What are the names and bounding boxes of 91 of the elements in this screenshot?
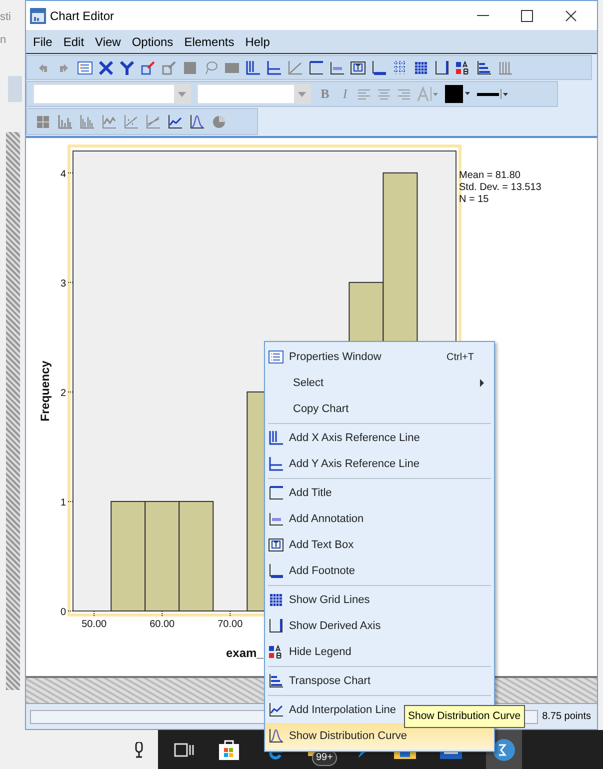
- x-axis-icon[interactable]: [98, 60, 114, 76]
- menu-item[interactable]: Hide Legend: [265, 639, 494, 665]
- dropdown-field[interactable]: [197, 84, 311, 104]
- statistics-text: Mean = 81.80: [459, 170, 520, 181]
- caret-icon: [178, 92, 186, 96]
- annotation-icon[interactable]: [329, 60, 345, 76]
- x-reference-line-icon[interactable]: [245, 60, 261, 76]
- axis-title: Frequency: [38, 360, 52, 422]
- menu-item[interactable]: Add Y Axis Reference Line: [265, 451, 494, 477]
- menu-item[interactable]: Add Footnote: [265, 558, 494, 584]
- y-reference-line-icon: [268, 456, 284, 472]
- axis-tick-label: 1: [60, 497, 66, 508]
- menu-item[interactable]: Properties Window Ctrl+T: [265, 344, 494, 370]
- minimize-icon[interactable]: [477, 14, 489, 16]
- menu-item[interactable]: Add Text Box: [265, 532, 494, 558]
- tooltip: Show Distribution Curve: [404, 705, 525, 728]
- grid-lines-icon[interactable]: [392, 60, 408, 76]
- derived-axis-icon[interactable]: [434, 60, 450, 76]
- menu-item[interactable]: Add Title: [265, 480, 494, 506]
- tick-mark: [68, 391, 74, 392]
- footnote-icon[interactable]: [371, 60, 387, 76]
- axis-tick-label: 70.00: [218, 619, 243, 630]
- microphone-icon[interactable]: [134, 742, 144, 758]
- grid-lines-icon: [268, 592, 284, 608]
- x-reference-line-icon: [268, 430, 284, 446]
- axis-tick-label: 60.00: [150, 619, 175, 630]
- axis-title: exam_: [226, 646, 264, 660]
- transpose-icon: [268, 673, 284, 689]
- y-axis-icon[interactable]: [119, 60, 135, 76]
- tick-mark: [162, 610, 163, 616]
- axis-tick-label: 2: [60, 388, 66, 399]
- background-text: n: [0, 35, 8, 46]
- annotation-icon: [268, 511, 284, 527]
- text-box-icon: [268, 537, 284, 553]
- menu-item[interactable]: Add X Axis Reference Line: [265, 425, 494, 451]
- derived-axis-icon: [268, 618, 284, 634]
- axis-tick-label: 50.00: [82, 619, 107, 630]
- title-icon[interactable]: [308, 60, 324, 76]
- menu-item[interactable]: View: [90, 32, 126, 50]
- line-style-icon[interactable]: [477, 88, 509, 100]
- menu-item[interactable]: File: [28, 32, 58, 50]
- store-icon[interactable]: [218, 738, 240, 760]
- footnote-icon: [268, 563, 284, 579]
- tick-mark: [68, 282, 74, 283]
- menu-item[interactable]: Edit: [58, 32, 90, 50]
- menu-item[interactable]: Add Annotation: [265, 506, 494, 532]
- tick-mark: [94, 610, 95, 616]
- background-panel: [8, 76, 22, 102]
- maximize-icon[interactable]: [521, 10, 533, 22]
- menu-item[interactable]: Select: [265, 370, 494, 396]
- task-view-icon[interactable]: [174, 742, 194, 758]
- menu-item[interactable]: Transpose Chart: [265, 668, 494, 694]
- close-icon[interactable]: [565, 10, 577, 22]
- menu-item[interactable]: Show Distribution Curve: [265, 723, 494, 749]
- legend-icon[interactable]: [455, 60, 471, 76]
- caret-icon: [298, 92, 306, 96]
- fill-color-icon[interactable]: [445, 85, 471, 103]
- statistics-text: Std. Dev. = 13.513: [459, 182, 542, 193]
- statistics-app-icon[interactable]: [492, 738, 516, 762]
- menu-item[interactable]: Copy Chart: [265, 396, 494, 422]
- interpolation-line-icon: [268, 702, 284, 718]
- interpolation-line-icon[interactable]: [167, 114, 183, 130]
- title-icon: [268, 485, 284, 501]
- properties-icon: [268, 349, 284, 365]
- menu-item[interactable]: Show Grid Lines: [265, 587, 494, 613]
- menu-item[interactable]: Help: [240, 32, 275, 50]
- scale-icon[interactable]: [140, 60, 156, 76]
- transpose-icon[interactable]: [476, 60, 492, 76]
- menu-item[interactable]: Elements: [179, 32, 240, 50]
- distribution-curve-icon[interactable]: [189, 114, 205, 130]
- dropdown-field[interactable]: [33, 84, 191, 104]
- legend-icon: [268, 644, 284, 660]
- properties-icon[interactable]: [77, 60, 93, 76]
- axis-tick-label: 0: [60, 607, 66, 618]
- background-text: sti: [0, 12, 12, 23]
- chart-icon: [30, 8, 46, 24]
- text-box-icon[interactable]: [350, 60, 366, 76]
- distribution-curve-icon: [268, 728, 284, 744]
- axis-tick-label: 4: [60, 168, 66, 180]
- text-color-icon[interactable]: [417, 86, 439, 102]
- axis-tick-label: 3: [60, 278, 66, 290]
- menu-item[interactable]: Options: [126, 32, 178, 50]
- tick-mark: [68, 610, 74, 612]
- menu-item[interactable]: Show Derived Axis: [265, 613, 494, 639]
- tick-mark: [68, 172, 74, 174]
- y-reference-line-icon[interactable]: [266, 60, 282, 76]
- status-text: 8.75 points: [542, 710, 592, 724]
- tick-mark: [68, 500, 74, 502]
- statistics-text: N = 15: [459, 194, 489, 205]
- tick-mark: [230, 610, 231, 616]
- window-title: Chart Editor: [50, 8, 114, 24]
